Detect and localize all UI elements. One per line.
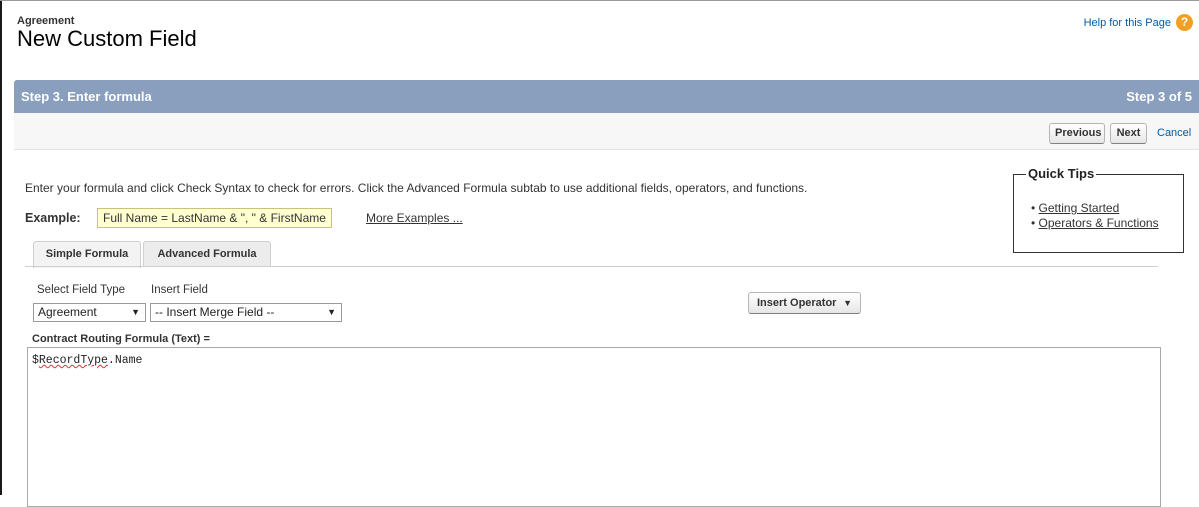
field-type-value: Agreement: [38, 305, 97, 319]
tab-advanced-formula[interactable]: Advanced Formula: [143, 241, 271, 267]
field-type-select[interactable]: Agreement ▼: [33, 303, 146, 322]
step-header-bar: Step 3. Enter formula Step 3 of 5: [14, 80, 1199, 113]
formula-editor[interactable]: $RecordType.Name: [27, 347, 1161, 507]
help-link[interactable]: Help for this Page: [1084, 17, 1171, 29]
insert-merge-field-select[interactable]: -- Insert Merge Field -- ▼: [150, 303, 342, 322]
help-icon[interactable]: ?: [1176, 14, 1193, 31]
getting-started-link[interactable]: Getting Started: [1039, 201, 1120, 215]
insert-field-label: Insert Field: [151, 284, 208, 296]
window-frame-left: [0, 0, 2, 495]
formula-label: Contract Routing Formula (Text) =: [32, 333, 210, 345]
next-button[interactable]: Next: [1110, 123, 1147, 144]
formula-suffix: .Name: [107, 354, 143, 367]
formula-prefix: $: [32, 354, 39, 367]
formula-misspelled-token: RecordType: [38, 354, 108, 367]
previous-button[interactable]: Previous: [1049, 123, 1105, 144]
cancel-link[interactable]: Cancel: [1157, 127, 1191, 139]
insert-operator-button[interactable]: Insert Operator ▼: [748, 292, 861, 314]
quick-tip-item: • Operators & Functions: [1031, 216, 1159, 230]
quick-tips-title: Quick Tips: [1026, 166, 1097, 181]
step-counter: Step 3 of 5: [1126, 89, 1192, 104]
tab-divider: [25, 266, 1158, 267]
instructions-text: Enter your formula and click Check Synta…: [25, 181, 808, 195]
dropdown-arrow-icon: ▼: [327, 307, 336, 317]
window-frame-top: [0, 0, 1199, 1]
insert-field-value: -- Insert Merge Field --: [155, 305, 275, 319]
dropdown-arrow-icon: ▼: [131, 307, 140, 317]
step-title: Step 3. Enter formula: [21, 89, 152, 104]
field-type-label: Select Field Type: [37, 284, 126, 296]
dropdown-arrow-icon: ▼: [843, 298, 852, 308]
insert-operator-label: Insert Operator: [757, 297, 837, 309]
example-formula: Full Name = LastName & ", " & FirstName: [97, 208, 332, 228]
quick-tips-list: • Getting Started • Operators & Function…: [1031, 201, 1159, 231]
operators-functions-link[interactable]: Operators & Functions: [1039, 216, 1159, 230]
button-toolbar: [14, 113, 1199, 150]
more-examples-link[interactable]: More Examples ...: [366, 211, 463, 225]
tab-simple-formula[interactable]: Simple Formula: [33, 241, 141, 268]
example-label: Example:: [25, 211, 81, 225]
page-title: New Custom Field: [17, 26, 197, 51]
quick-tip-item: • Getting Started: [1031, 201, 1120, 215]
